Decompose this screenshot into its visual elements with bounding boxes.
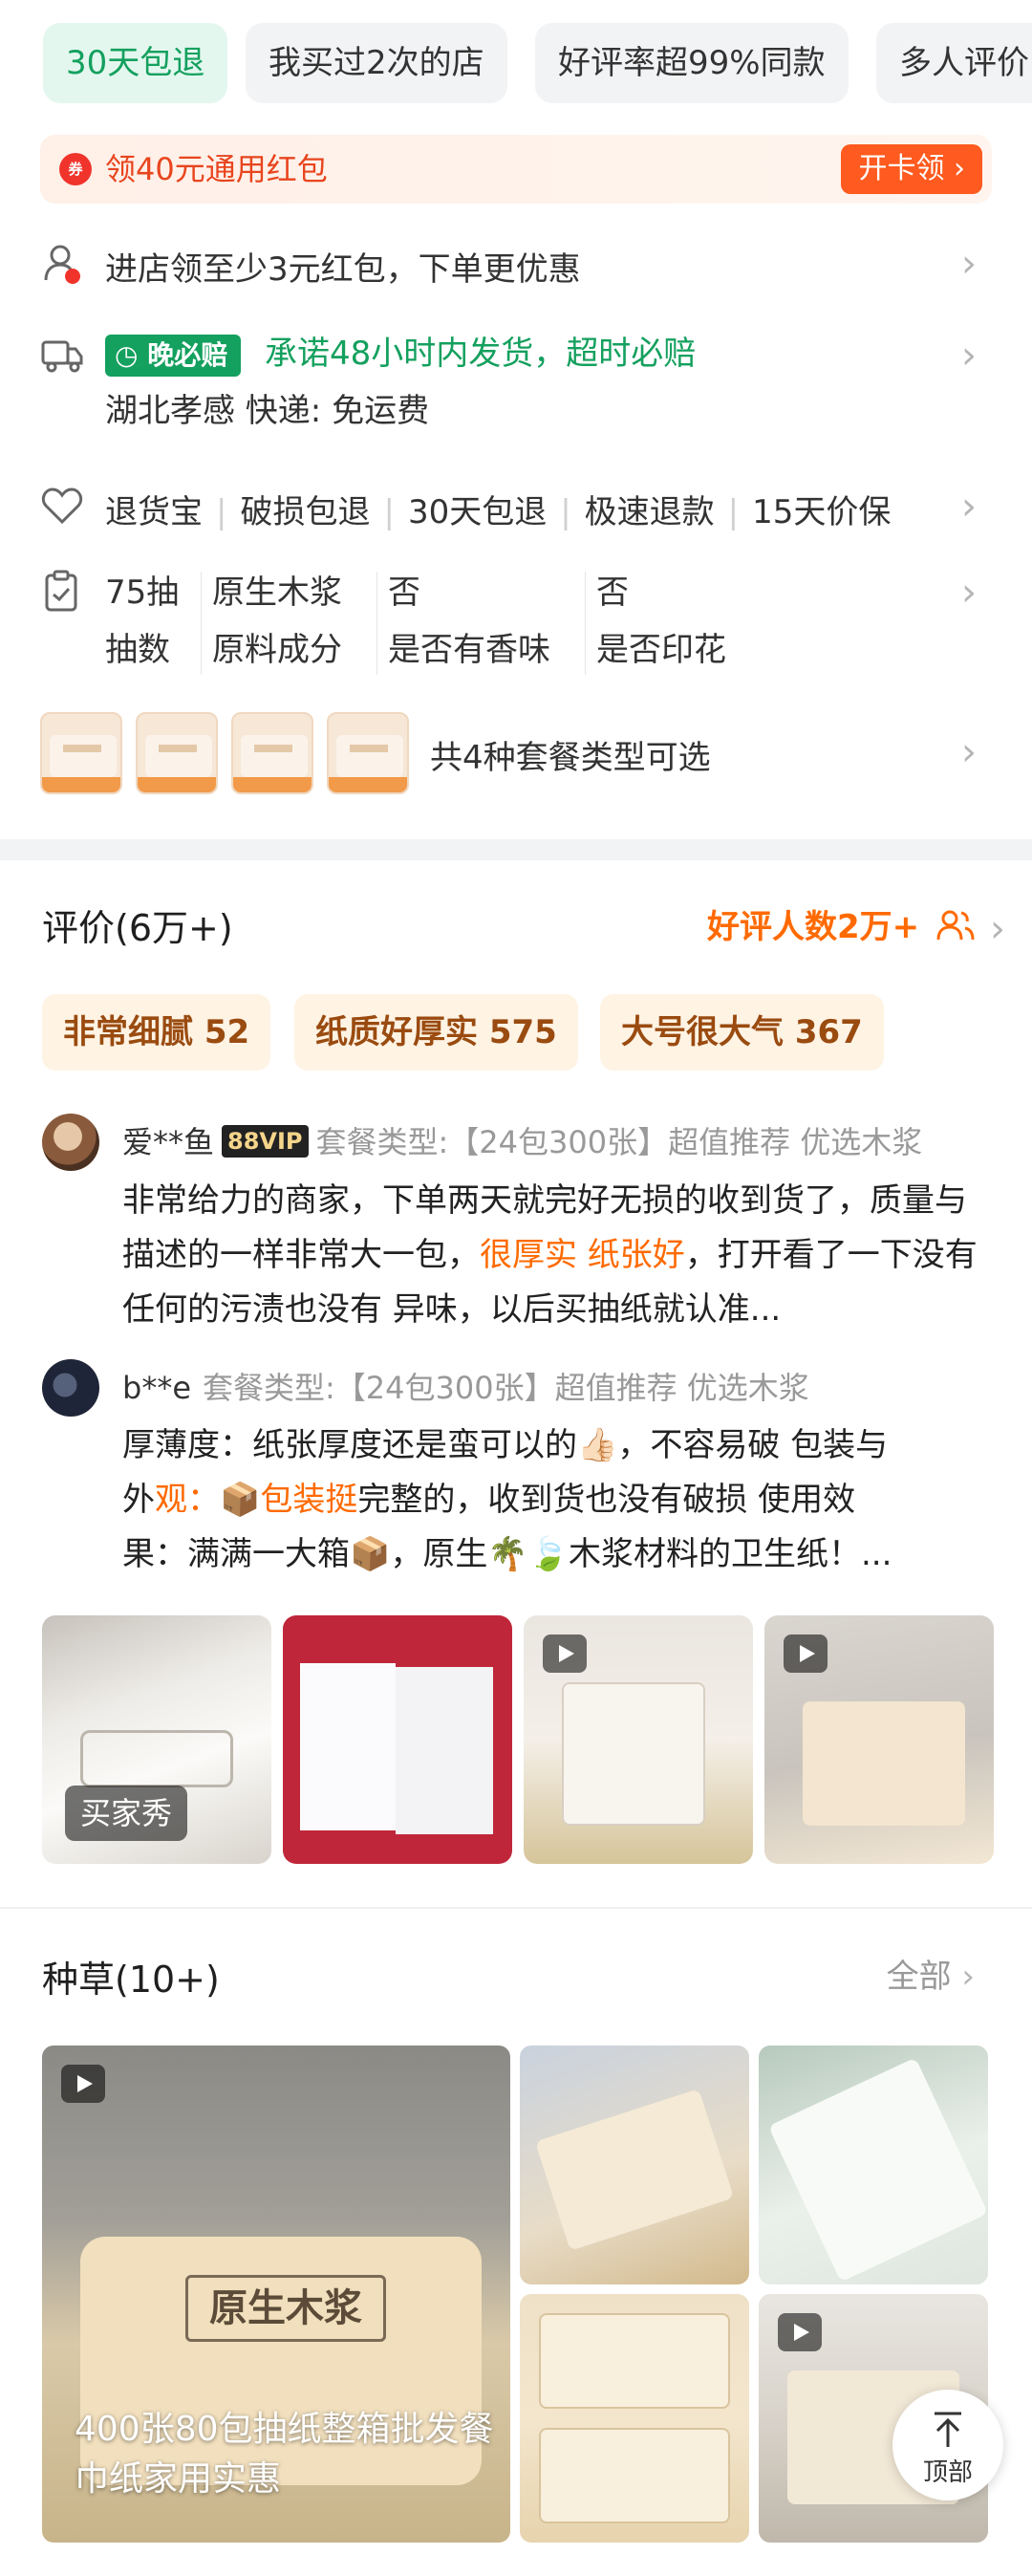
section-divider — [0, 839, 1032, 860]
review-sku: 套餐类型:【24包300张】超值推荐 优选木浆 — [203, 1370, 809, 1406]
people-icon — [936, 910, 975, 941]
coupon-icon: 券 — [59, 153, 92, 185]
chevron-right-icon: › — [990, 907, 1005, 951]
review-text[interactable]: 厚薄度：纸张厚度还是蛮可以的👍🏻，不容易破 包装与 外观：📦包装挺完整的，收到货… — [122, 1418, 982, 1582]
package-count-text: 共4种套餐类型可选 — [430, 739, 711, 777]
grass-photo[interactable] — [759, 2046, 988, 2284]
grass-photo[interactable] — [520, 2046, 749, 2284]
avatar[interactable] — [42, 1114, 99, 1171]
guarantee-list: 退货宝 | 破损包退 | 30天包退 | 极速退款 | 15天价保 — [105, 493, 892, 531]
review-photo[interactable]: 买家秀 — [42, 1615, 271, 1864]
red-packet-text: 领40元通用红包 — [105, 151, 328, 187]
shop-coupon-icon — [44, 245, 80, 284]
guarantee-row[interactable]: 退货宝 | 破损包退 | 30天包退 | 极速退款 | 15天价保 › — [40, 478, 992, 535]
arrow-up-icon — [935, 2412, 961, 2447]
review-video[interactable] — [764, 1615, 994, 1864]
vip-badge: 88VIP — [222, 1125, 309, 1158]
attribute-scent: 否是否有香味 — [388, 574, 550, 669]
view-all-link[interactable]: 全部 › — [887, 1950, 975, 1997]
product-print: 原生木浆 — [185, 2275, 386, 2342]
chevron-right-icon: › — [961, 485, 977, 529]
tag-30-day-return[interactable]: 30天包退 — [43, 23, 228, 103]
review-header: b**e 套餐类型:【24包300张】超值推荐 优选木浆 — [122, 1364, 982, 1408]
package-thumb[interactable] — [231, 712, 313, 794]
package-thumb[interactable] — [136, 712, 218, 794]
good-review-count[interactable]: 好评人数2万+ — [707, 900, 975, 947]
package-options-row[interactable]: 共4种套餐类型可选 › — [40, 712, 992, 798]
play-icon — [543, 1634, 587, 1673]
back-to-top-label: 顶部 — [922, 2458, 973, 2487]
delivery-promise: 承诺48小时内发货，超时必赔 — [265, 335, 697, 373]
chevron-right-icon: › — [961, 571, 977, 615]
review-video[interactable] — [524, 1615, 753, 1864]
open-card-button[interactable]: 开卡领 › — [841, 144, 982, 194]
reviews-title[interactable]: 评价(6万+) — [42, 898, 233, 951]
chevron-right-icon: › — [961, 730, 977, 774]
back-to-top-button[interactable]: 顶部 — [892, 2390, 1003, 2500]
heart-shield-icon — [41, 487, 83, 525]
play-icon — [778, 2313, 822, 2351]
delivery-detail: 湖北孝感 快递: 免运费 — [105, 392, 430, 430]
keyword-chip[interactable]: 非常细腻 52 — [42, 994, 271, 1071]
buyer-show-label: 买家秀 — [65, 1786, 188, 1841]
delivery-row[interactable]: ◷ 晚必赔 承诺48小时内发货，超时必赔 湖北孝感 快递: 免运费 › — [40, 325, 992, 440]
review-header: 爱**鱼 88VIP 套餐类型:【24包300张】超值推荐 优选木浆 — [122, 1118, 982, 1162]
clipboard-icon — [45, 570, 77, 612]
grass-photo[interactable] — [520, 2294, 749, 2543]
package-thumb[interactable] — [40, 712, 122, 794]
tag-bought-twice[interactable]: 我买过2次的店 — [246, 23, 507, 103]
tag-high-rating[interactable]: 好评率超99%同款 — [535, 23, 849, 103]
shop-coupon-row[interactable]: 进店领至少3元红包，下单更优惠 › — [40, 235, 992, 292]
tag-many-reviews[interactable]: 多人评价 — [876, 23, 1032, 103]
keyword-chip[interactable]: 纸质好厚实 575 — [294, 994, 578, 1071]
grass-title[interactable]: 种草(10+) — [42, 1950, 220, 2002]
attribute-print: 否是否印花 — [596, 574, 726, 669]
truck-icon — [41, 340, 83, 373]
reviewer-name: 爱**鱼 — [122, 1124, 215, 1160]
chevron-right-icon: › — [961, 334, 977, 378]
attribute-count: 75抽 抽数 — [105, 574, 180, 669]
grass-caption: 400张80包抽纸整箱批发餐巾纸家用实惠 — [75, 2410, 494, 2499]
clock-icon: ◷ — [115, 339, 148, 371]
play-icon — [784, 1634, 828, 1673]
attributes-row[interactable]: 75抽 抽数 原生木浆 原料成分 否是否有香味 否是否印花 › — [40, 564, 992, 683]
package-thumb[interactable] — [327, 712, 409, 794]
filter-tags: 30天包退 我买过2次的店 好评率超99%同款 多人评价 — [43, 23, 1032, 103]
chevron-right-icon: › — [961, 242, 977, 286]
red-packet-banner[interactable]: 券 领40元通用红包 开卡领 › — [40, 135, 992, 204]
keyword-chip[interactable]: 大号很大气 367 — [600, 994, 884, 1071]
delivery-promise-line: ◷ 晚必赔 承诺48小时内发货，超时必赔 — [105, 327, 696, 377]
review-photo[interactable] — [283, 1615, 512, 1864]
grass-main-video[interactable]: 原生木浆 400张80包抽纸整箱批发餐巾纸家用实惠 — [42, 2046, 510, 2543]
review-text[interactable]: 非常给力的商家，下单两天就完好无损的收到货了，质量与描述的一样非常大一包，很厚实… — [122, 1174, 982, 1337]
play-icon — [61, 2065, 105, 2103]
shop-coupon-text: 进店领至少3元红包，下单更优惠 — [105, 250, 581, 289]
review-sku: 套餐类型:【24包300张】超值推荐 优选木浆 — [315, 1124, 923, 1160]
attribute-material: 原生木浆 原料成分 — [212, 574, 342, 669]
late-compensation-badge: ◷ 晚必赔 — [105, 335, 242, 377]
chevron-right-icon: › — [961, 1958, 975, 1996]
avatar[interactable] — [42, 1359, 99, 1417]
reviewer-name: b**e — [122, 1370, 191, 1406]
section-divider — [0, 1907, 1032, 1909]
